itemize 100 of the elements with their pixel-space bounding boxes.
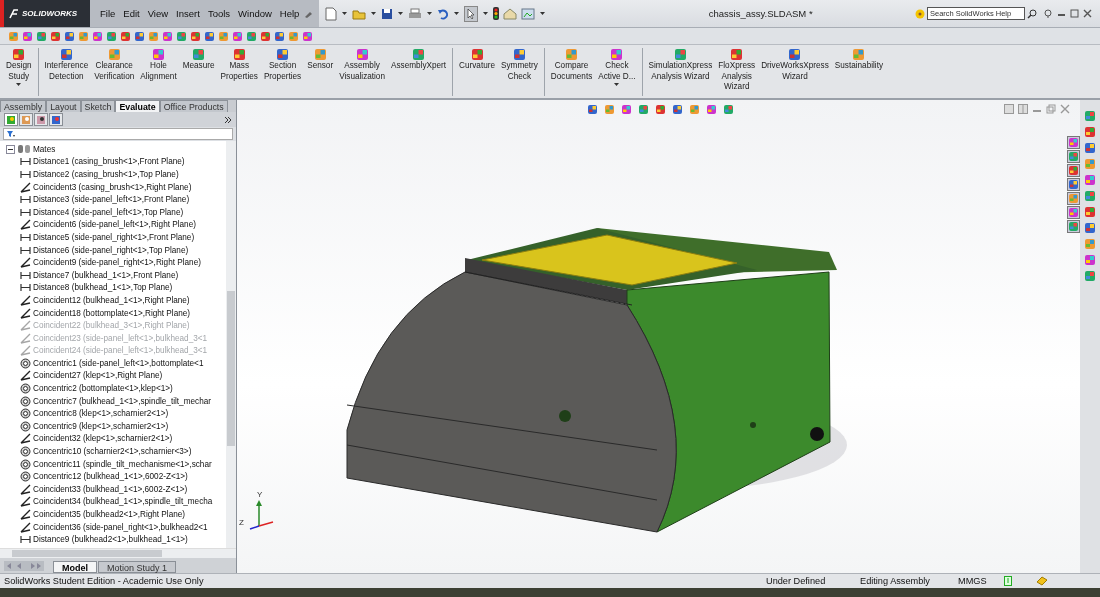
colored-block-icon[interactable] [218,30,229,42]
task-pane-tab[interactable] [1067,192,1080,205]
menu-item[interactable]: Help [275,8,304,19]
colored-block-icon[interactable] [565,48,579,61]
vertical-scrollbar[interactable] [226,141,236,548]
task-pane-tab[interactable] [1067,178,1080,191]
colored-block-icon[interactable] [412,48,425,61]
colored-block-icon[interactable] [302,30,313,42]
colored-block-icon[interactable] [1084,270,1096,282]
tree-item[interactable]: Distance3 (side-panel_left<1>,Front Plane) [33,195,190,205]
colored-block-icon[interactable] [1084,222,1096,234]
colored-block-icon[interactable] [8,30,19,42]
colored-block-icon[interactable] [288,30,299,42]
tree-item[interactable]: Concentric8 (klep<1>,scharnier2<1>) [33,409,169,419]
colored-block-icon[interactable] [134,30,145,42]
colored-block-icon[interactable] [246,30,257,42]
colored-block-icon[interactable] [120,30,131,42]
ribbon-command[interactable]: Section Properties [260,48,305,82]
colored-block-icon[interactable] [232,48,246,61]
caret-icon[interactable] [341,11,349,16]
colored-block-icon[interactable] [470,48,484,61]
colored-block-icon[interactable] [638,104,649,115]
tree-item[interactable]: Distance4 (side-panel_left<1>,Top Plane) [33,207,184,217]
colored-block-icon[interactable] [162,30,173,42]
colored-block-icon[interactable] [1084,254,1096,266]
task-pane-tab[interactable] [1067,206,1080,219]
collapse-icon[interactable] [6,144,15,154]
colored-block-icon[interactable] [192,48,206,61]
tree-item[interactable]: Distance5 (side-panel_right<1>,Front Plane) [33,232,195,242]
colored-block-icon[interactable] [1084,110,1096,122]
tree-item[interactable]: Mates [33,144,56,154]
colored-block-icon[interactable] [92,30,103,42]
caret-icon[interactable] [613,82,621,87]
colored-block-icon[interactable] [655,104,666,115]
colored-block-icon[interactable] [1084,206,1096,218]
colored-block-icon[interactable] [59,48,73,61]
tree-item[interactable]: Coincident27 (klep<1>,Right Plane) [33,371,163,381]
colored-block-icon[interactable] [355,48,369,61]
tree-item[interactable]: Coincident32 (klep<1>,scharnier2<1>) [33,434,173,444]
filter-field[interactable] [3,128,233,140]
colored-block-icon[interactable] [723,104,734,115]
ribbon-command[interactable]: Hole Alignment [137,48,180,82]
bottom-tab[interactable]: Model [53,561,97,573]
colored-block-icon[interactable] [1084,158,1096,170]
colored-block-icon[interactable] [106,30,117,42]
caret-icon[interactable] [370,11,378,16]
colored-block-icon[interactable] [512,48,526,61]
colored-block-icon[interactable] [672,104,683,115]
colored-block-icon[interactable] [604,104,615,115]
tree-item[interactable]: Coincident9 (side-panel_right<1>,Right Plane) [33,258,201,268]
colored-block-icon[interactable] [1084,174,1096,186]
colored-block-icon[interactable] [232,30,243,42]
tree-item[interactable]: Coincident33 (bulkhead_1<1>,6002-Z<1>) [33,484,188,494]
split-view-icon[interactable] [1018,104,1028,114]
colored-block-icon[interactable] [148,30,159,42]
caret-icon[interactable] [453,11,461,16]
help-icon[interactable] [1043,8,1053,19]
ribbon-command[interactable]: Check Active D... [595,48,639,87]
colored-block-icon[interactable] [36,30,47,42]
menu-item[interactable]: Insert [172,8,204,19]
colored-block-icon[interactable] [190,30,201,42]
menu-item[interactable]: File [96,8,120,19]
task-pane-tab[interactable] [1067,220,1080,233]
search-icon[interactable] [1027,8,1037,19]
colored-block-icon[interactable] [64,30,75,42]
caret-icon[interactable] [482,11,490,16]
ribbon-command[interactable]: Clearance Verification [91,48,138,82]
colored-block-icon[interactable] [852,48,866,61]
colored-block-icon[interactable] [107,48,121,61]
ribbon-command[interactable]: Curvature [456,48,498,72]
save-icon[interactable] [381,7,394,20]
horizontal-scrollbar[interactable] [0,548,236,558]
colored-block-icon[interactable] [1084,126,1096,138]
restore-icon[interactable] [1046,104,1056,114]
tree-item[interactable]: Coincident6 (side-panel_left<1>,Right Plane) [33,220,196,230]
ribbon-command[interactable]: Compare Documents [547,48,596,82]
colored-block-icon[interactable] [151,48,165,61]
command-tab[interactable]: Layout [46,100,81,112]
colored-block-icon[interactable] [22,30,33,42]
colored-block-icon[interactable] [730,48,744,61]
ribbon-command[interactable]: Interference Detection [41,48,92,82]
colored-block-icon[interactable] [176,30,187,42]
tag-icon[interactable] [1036,576,1048,586]
colored-block-icon[interactable] [1084,142,1096,154]
tree-item[interactable]: Concentric2 (bottomplate<1>,klep<1>) [33,384,173,394]
tree-item[interactable]: Distance9 (bulkhead2<1>,bulkhead_1<1>) [33,535,188,545]
colored-block-icon[interactable] [1084,238,1096,250]
split-view-icon[interactable] [1004,104,1014,114]
tab-navigation-arrows-icon[interactable] [4,561,44,571]
ribbon-command[interactable]: Symmetry Check [498,48,541,82]
bottom-tab[interactable]: Motion Study 1 [98,561,177,573]
tree-item[interactable]: Coincident34 (bulkhead_1<1>,spindle_tilt_mecha [33,497,213,507]
tree-item[interactable]: Concentric11 (spindle_tilt_mechanisme<1>,schar [33,459,212,469]
caret-icon[interactable] [397,11,405,16]
tree-item[interactable]: Coincident35 (bulkhead2<1>,Right Plane) [33,510,186,519]
tree-item[interactable]: Concentric12 (bulkhead_1<1>,6002-Z<1>) [33,472,188,482]
tree-item[interactable]: Distance6 (side-panel_right<1>,Top Plane) [33,245,189,255]
ribbon-command[interactable]: Sustainability [831,48,887,72]
colored-block-icon[interactable] [689,104,700,115]
colored-block-icon[interactable] [274,30,285,42]
